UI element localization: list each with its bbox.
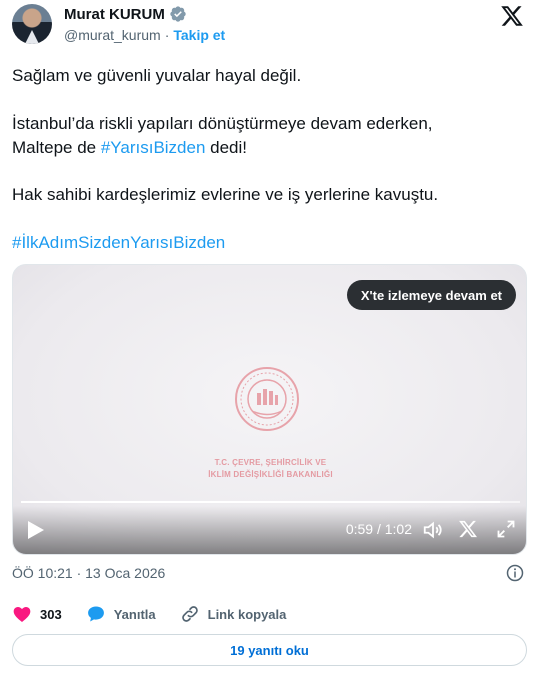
handle-row: @murat_kurum · Takip et	[64, 27, 225, 43]
heart-icon	[13, 607, 31, 622]
video-progress-bar[interactable]	[21, 501, 520, 503]
video-time: 0:59 / 1:02	[345, 521, 412, 537]
tweet-line-2b-prefix: Maltepe de	[12, 138, 101, 157]
video-player[interactable]: X'te izlemeye devam et T.C. ÇEVRE, ŞEHİR…	[12, 264, 527, 555]
copy-link-label: Link kopyala	[207, 606, 287, 622]
avatar-shirt	[25, 30, 39, 44]
avatar[interactable]	[12, 4, 52, 44]
like-count: 303	[40, 606, 62, 622]
copy-link-action[interactable]: Link kopyala	[180, 604, 287, 624]
info-icon[interactable]	[506, 564, 524, 582]
play-icon[interactable]	[27, 520, 45, 540]
continue-on-x-button[interactable]: X'te izlemeye devam et	[346, 280, 516, 310]
tweet-timestamp[interactable]: ÖÖ 10:21 · 13 Oca 2026	[12, 565, 165, 581]
video-progress-fill	[21, 501, 501, 503]
ministry-name-line-2: İKLİM DEĞİŞİKLİĞİ BAKANLIĞI	[208, 470, 333, 479]
ministry-seal-icon	[235, 367, 299, 431]
tweet-line-2b: Maltepe de #YarısıBizden dedi!	[12, 136, 433, 160]
x-logo-icon[interactable]	[500, 4, 524, 28]
tweet-header: Murat KURUM @murat_kurum · Takip et	[0, 0, 538, 56]
x-icon[interactable]	[458, 519, 478, 539]
volume-icon[interactable]	[422, 519, 444, 541]
separator-dot: ·	[164, 27, 170, 43]
reply-action[interactable]: Yanıtla	[86, 604, 156, 624]
reply-icon	[87, 606, 104, 622]
tweet-line-2b-suffix: dedi!	[205, 138, 248, 157]
author-handle[interactable]: @murat_kurum	[64, 27, 161, 43]
follow-link[interactable]: Takip et	[173, 27, 225, 43]
video-controls: 0:59 / 1:02	[13, 506, 526, 554]
tweet-paragraph-2: İstanbul’da riskli yapıları dönüştürmeye…	[12, 112, 433, 160]
reply-label: Yanıtla	[113, 606, 156, 622]
ministry-name-line-1: T.C. ÇEVRE, ŞEHİRCİLİK VE	[214, 458, 327, 467]
like-action[interactable]: 303	[12, 604, 62, 624]
link-icon	[181, 606, 198, 622]
read-replies-button[interactable]: 19 yanıtı oku	[12, 634, 527, 666]
hashtag-ilkadim[interactable]: #İlkAdımSizdenYarısıBizden	[12, 231, 225, 255]
tweet-line-3: Hak sahibi kardeşlerimiz evlerine ve iş …	[12, 185, 439, 204]
fullscreen-icon[interactable]	[496, 519, 516, 539]
author-name[interactable]: Murat KURUM	[64, 6, 165, 23]
tweet-line-1: Sağlam ve güvenli yuvalar hayal değil.	[12, 66, 302, 85]
hashtag-yarisibizden[interactable]: #YarısıBizden	[101, 138, 206, 157]
tweet-line-2a: İstanbul’da riskli yapıları dönüştürmeye…	[12, 114, 433, 133]
name-row: Murat KURUM	[64, 5, 187, 23]
tweet-actions: 303 Yanıtla Link kopyala	[12, 603, 310, 625]
verified-badge-icon	[170, 6, 186, 22]
